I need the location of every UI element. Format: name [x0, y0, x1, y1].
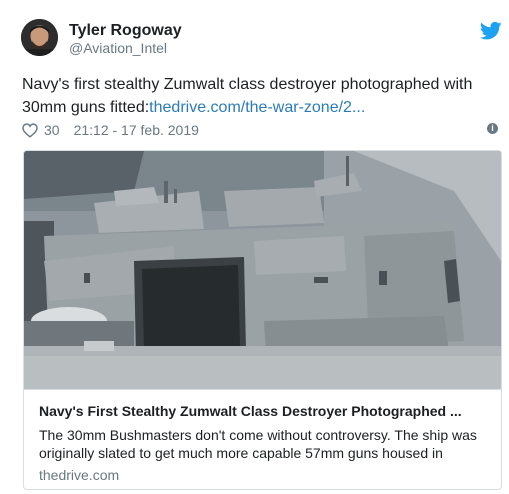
twitter-bird-icon[interactable] — [480, 21, 502, 41]
tweet-link[interactable]: thedrive.com/the-war-zone/2... — [149, 99, 365, 116]
tweet-text: Navy's first stealthy Zumwalt class dest… — [22, 73, 492, 119]
info-icon[interactable]: i — [487, 123, 498, 134]
author-handle[interactable]: @Aviation_Intel — [69, 40, 167, 56]
heart-icon[interactable] — [22, 122, 38, 138]
card-title[interactable]: Navy's First Stealthy Zumwalt Class Dest… — [39, 402, 489, 420]
avatar[interactable] — [21, 19, 58, 56]
card-body: Navy's First Stealthy Zumwalt Class Dest… — [24, 389, 501, 489]
card-image — [24, 151, 501, 389]
link-card[interactable]: Navy's First Stealthy Zumwalt Class Dest… — [23, 150, 502, 490]
embedded-tweet: Tyler Rogoway @Aviation_Intel Navy's fir… — [0, 0, 509, 494]
author-name[interactable]: Tyler Rogoway — [69, 22, 182, 40]
card-domain: thedrive.com — [39, 467, 120, 483]
like-count[interactable]: 30 — [44, 122, 60, 138]
card-description: The 30mm Bushmasters don't come without … — [39, 427, 477, 461]
tweet-timestamp[interactable]: 21:12 - 17 feb. 2019 — [74, 122, 199, 138]
tweet-meta: 30 21:12 - 17 feb. 2019 — [22, 121, 199, 139]
